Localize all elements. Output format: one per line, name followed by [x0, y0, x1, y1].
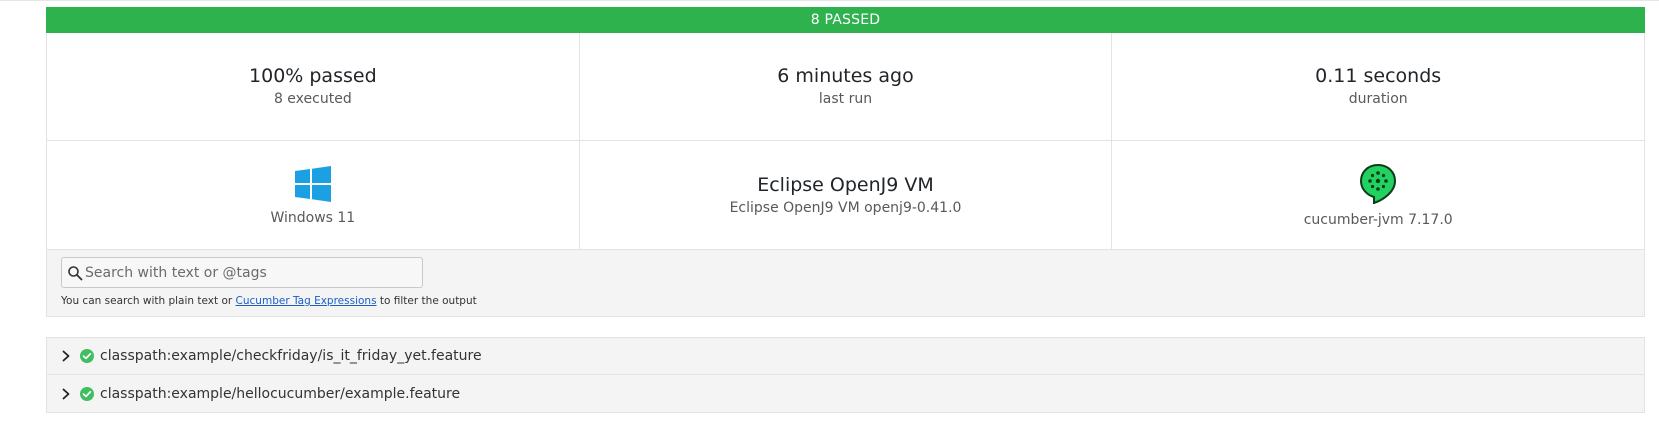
feature-label: classpath:example/hellocucumber/example.… [100, 385, 461, 402]
feature-item[interactable]: classpath:example/checkfriday/is_it_frid… [47, 338, 1644, 375]
environment-row: Windows 11 Eclipse OpenJ9 VM Eclipse Ope… [47, 141, 1644, 250]
stats-row: 100% passed 8 executed 6 minutes ago las… [47, 33, 1644, 141]
cucumber-logo-icon [1360, 164, 1397, 204]
feature-list: classpath:example/checkfriday/is_it_frid… [46, 337, 1645, 413]
search-box[interactable] [61, 257, 423, 288]
tag-expressions-link[interactable]: Cucumber Tag Expressions [236, 295, 377, 307]
stat-last-run-caption: last run [818, 91, 873, 107]
env-runtime: Eclipse OpenJ9 VM Eclipse OpenJ9 VM open… [580, 141, 1113, 249]
env-implementation: cucumber-jvm 7.17.0 [1112, 141, 1644, 249]
search-help-prefix: You can search with plain text or [61, 295, 236, 307]
stat-last-run-value: 6 minutes ago [777, 65, 914, 87]
passed-status-icon [80, 386, 94, 401]
chevron-right-icon[interactable] [60, 388, 72, 400]
env-os: Windows 11 [47, 141, 580, 249]
page-top-divider [0, 0, 1659, 7]
stat-passed-value: 100% passed [249, 65, 377, 87]
env-os-label: Windows 11 [270, 210, 356, 226]
feature-item[interactable]: classpath:example/hellocucumber/example.… [47, 375, 1644, 412]
windows-logo-icon [294, 166, 331, 202]
search-icon [68, 265, 83, 280]
feature-label: classpath:example/checkfriday/is_it_frid… [100, 348, 482, 364]
env-runtime-caption: Eclipse OpenJ9 VM openj9-0.41.0 [729, 199, 962, 216]
stat-duration-caption: duration [1348, 91, 1408, 107]
search-help-text: You can search with plain text or Cucumb… [61, 295, 477, 307]
status-banner: 8 PASSED [46, 7, 1645, 33]
stat-duration: 0.11 seconds duration [1112, 33, 1644, 140]
stat-last-run: 6 minutes ago last run [580, 33, 1113, 140]
summary-grid: 100% passed 8 executed 6 minutes ago las… [46, 33, 1645, 250]
stat-passed-caption: 8 executed [273, 91, 352, 107]
stat-passed: 100% passed 8 executed [47, 33, 580, 140]
search-help-suffix: to filter the output [376, 295, 477, 307]
search-panel: You can search with plain text or Cucumb… [46, 250, 1645, 317]
search-input[interactable] [83, 264, 415, 281]
stat-duration-value: 0.11 seconds [1315, 65, 1442, 87]
env-implementation-label: cucumber-jvm 7.17.0 [1303, 212, 1453, 228]
env-runtime-value: Eclipse OpenJ9 VM [757, 173, 934, 196]
passed-status-icon [80, 349, 94, 363]
chevron-right-icon[interactable] [60, 350, 72, 362]
report-container: 8 PASSED 100% passed 8 executed 6 minute… [46, 7, 1645, 413]
